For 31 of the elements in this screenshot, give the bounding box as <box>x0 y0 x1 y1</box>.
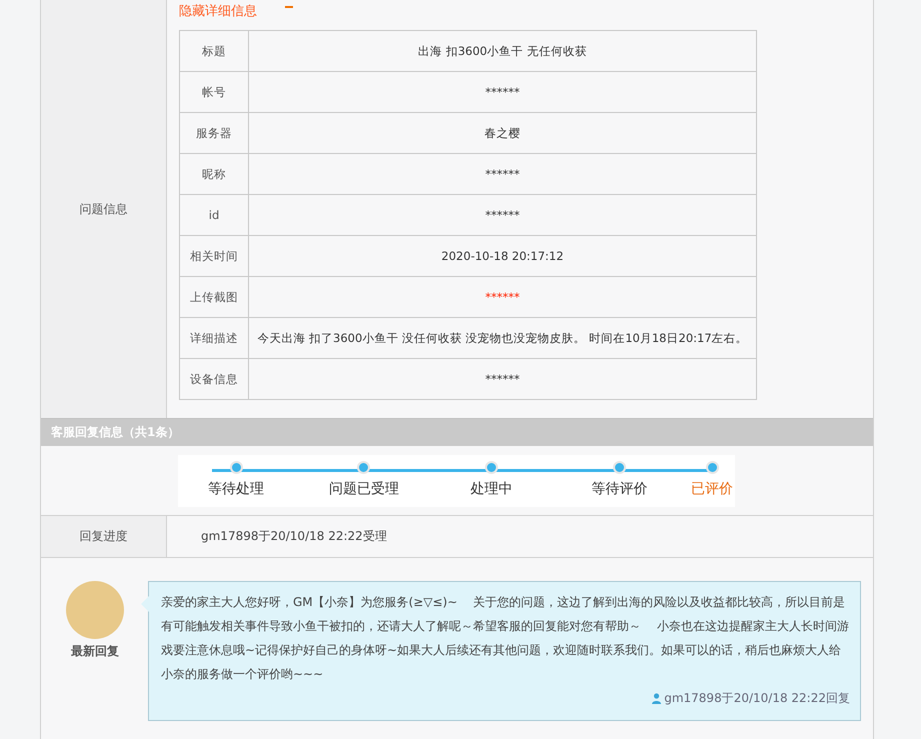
field-value: 出海 扣3600小鱼干 无任何收获 <box>248 30 756 72</box>
field-value: ****** <box>248 154 756 194</box>
field-label: 设备信息 <box>180 358 248 400</box>
field-value: ****** <box>248 72 756 112</box>
field-label: 详细描述 <box>180 318 248 358</box>
field-value: 春之樱 <box>248 112 756 154</box>
progress-step: 等待处理 <box>180 455 292 507</box>
progress-step: 等待评价 <box>563 455 676 507</box>
avatar-caption: 最新回复 <box>71 643 119 660</box>
progress-step: 处理中 <box>436 455 548 507</box>
field-value: 2020-10-18 20:17:12 <box>248 236 756 276</box>
section-label: 问题信息 <box>80 200 128 218</box>
hide-details-link[interactable]: 隐藏详细信息 <box>179 2 257 20</box>
progress-step: 已评价 <box>691 455 733 507</box>
field-label: 标题 <box>180 30 248 72</box>
field-label: 上传截图 <box>180 276 248 318</box>
field-value: ****** <box>248 194 756 236</box>
field-value: ****** <box>248 276 756 318</box>
field-label: 帐号 <box>180 72 248 112</box>
reply-signature: gm17898于20/10/18 22:22回复 <box>664 690 850 707</box>
field-label: 相关时间 <box>180 236 248 276</box>
progress-value: gm17898于20/10/18 22:22受理 <box>201 528 387 545</box>
field-value: ****** <box>248 358 756 400</box>
progress-label: 回复进度 <box>80 528 128 545</box>
field-value: 今天出海 扣了3600小鱼干 没任何收获 没宠物也没宠物皮肤。 时间在10月18日20:17左右。 <box>248 318 756 358</box>
progress-step: 问题已受理 <box>308 455 420 507</box>
user-icon <box>652 692 662 704</box>
reply-message: 亲爱的家主大人您好呀，GM【小奈】为您服务(≥▽≤)~ 关于您的问题，这边了解到出海的风险以及收益都比较高，所以目前是有可能触发相关事件导致小鱼干被扣的，还请大人了解呢～希望客服的回复能对您有帮助～ 小奈也在这边提醒家主大人长时间游戏要注意休息哦~记得保护好自己的身体呀~如果大人后续还有其他问题，欢迎随时联系我们。如果可以的话，稍后也麻烦大人给小奈的服务做一个评价哟~~~ <box>161 594 850 683</box>
field-label: 服务器 <box>180 112 248 154</box>
field-label: 昵称 <box>180 154 248 194</box>
field-label: id <box>180 194 248 236</box>
